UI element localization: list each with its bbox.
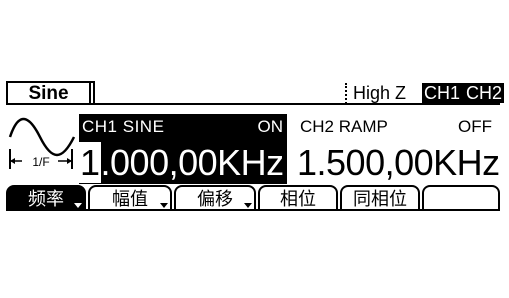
softkey-frequency[interactable]: 频率 bbox=[6, 185, 86, 210]
submenu-arrow-icon bbox=[74, 203, 82, 208]
softkey-label: 偏移 bbox=[197, 189, 233, 210]
waveform-tab-label: Sine bbox=[28, 83, 69, 104]
ch2-frequency-readout: 1.500,00KHz bbox=[297, 142, 500, 183]
output-impedance: High Z bbox=[345, 83, 406, 104]
softkey-label: 同相位 bbox=[353, 189, 407, 210]
sine-wave-icon: 1/F bbox=[8, 117, 76, 169]
ch1-state: ON bbox=[257, 117, 284, 136]
ch2-label: CH2 bbox=[300, 117, 335, 136]
generator-lcd-display: Sine High Z CH1 CH2 1/F CH1 SINE ON 1.000… bbox=[3, 81, 504, 211]
ch1-indicator: CH1 bbox=[423, 83, 460, 103]
softkey-align-phase[interactable]: 同相位 bbox=[340, 185, 420, 210]
softkey-label: 幅值 bbox=[112, 189, 148, 210]
ch1-header: CH1 SINE ON bbox=[82, 117, 283, 137]
softkey-menu: 频率 幅值 偏移 相位 同相位 bbox=[6, 185, 500, 210]
ch2-waveform: RAMP bbox=[338, 117, 388, 136]
waveform-tab[interactable]: Sine bbox=[6, 81, 91, 105]
submenu-arrow-icon bbox=[160, 203, 168, 208]
ch1-frequency-value: .000,00KHz bbox=[100, 142, 285, 183]
softkey-phase[interactable]: 相位 bbox=[258, 185, 338, 210]
bottom-divider bbox=[6, 209, 500, 211]
ch1-waveform: SINE bbox=[122, 117, 165, 136]
ch2-indicator: CH2 bbox=[466, 83, 503, 103]
ch1-frequency-readout[interactable]: 1.000,00KHz bbox=[79, 142, 287, 184]
header-divider bbox=[6, 103, 500, 105]
softkey-label: 相位 bbox=[280, 189, 316, 210]
softkey-amplitude[interactable]: 幅值 bbox=[88, 185, 172, 210]
ch2-panel[interactable]: CH2 RAMP OFF 1.500,00KHz bbox=[293, 114, 504, 184]
edit-cursor-digit[interactable]: 1 bbox=[79, 142, 101, 183]
impedance-label: High Z bbox=[353, 83, 407, 103]
ch1-label: CH1 bbox=[82, 117, 118, 136]
period-label: 1/F bbox=[32, 155, 49, 169]
channel-indicator: CH1 CH2 bbox=[422, 83, 504, 103]
softkey-empty[interactable] bbox=[422, 185, 500, 209]
ch2-header: CH2 RAMP OFF bbox=[300, 117, 492, 137]
softkey-label: 频率 bbox=[28, 189, 64, 210]
submenu-arrow-icon bbox=[244, 203, 252, 208]
tab-corner bbox=[89, 81, 95, 105]
ch1-panel[interactable]: CH1 SINE ON 1.000,00KHz bbox=[79, 114, 287, 184]
ch2-state: OFF bbox=[458, 117, 492, 136]
softkey-offset[interactable]: 偏移 bbox=[174, 185, 256, 210]
